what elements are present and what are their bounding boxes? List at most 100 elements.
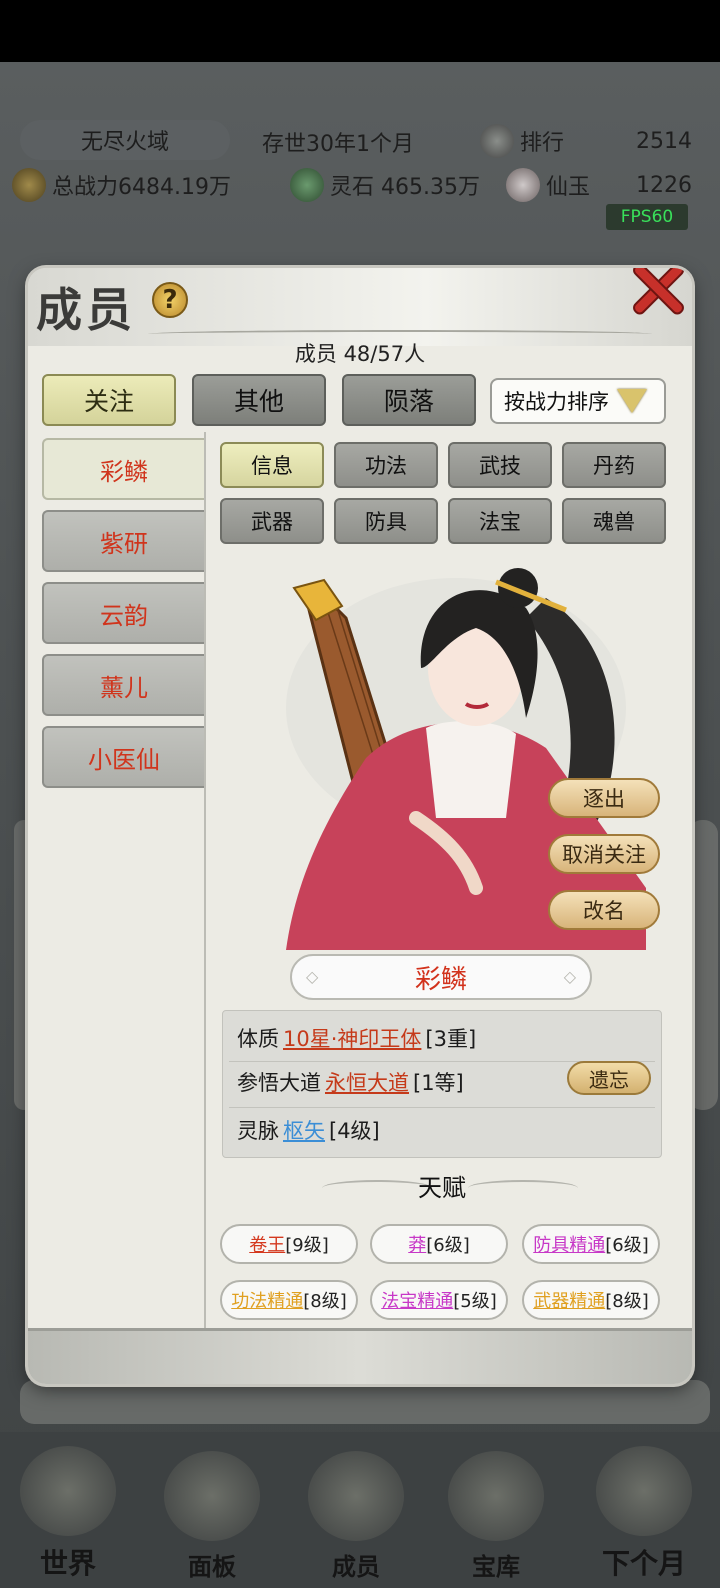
vein-row: 灵脉 枢矢 [4级] bbox=[237, 1115, 380, 1145]
dialog-footer-decoration bbox=[28, 1328, 692, 1384]
treasury-icon bbox=[448, 1451, 544, 1541]
member-item[interactable]: 云韵 bbox=[42, 582, 204, 644]
power-text: 总战力6484.19万 bbox=[52, 175, 231, 200]
attr-divider bbox=[229, 1107, 655, 1108]
vein-value[interactable]: 枢矢 bbox=[283, 1115, 325, 1145]
spirit-stone-display: 灵石 465.35万 bbox=[290, 168, 480, 202]
panel-icon bbox=[164, 1451, 260, 1541]
nav-members[interactable]: 成员 bbox=[296, 1440, 416, 1588]
list-divider bbox=[204, 432, 206, 1332]
talent-name: 卷王 bbox=[249, 1235, 286, 1256]
status-bar bbox=[0, 0, 720, 62]
subtab-weapon[interactable]: 武器 bbox=[220, 498, 324, 544]
dialog-title: 成员 bbox=[36, 283, 136, 337]
rank-value: 2514 bbox=[636, 128, 692, 154]
talent-level: [9级] bbox=[285, 1235, 329, 1256]
age-text: 存世30年1个月 bbox=[262, 132, 414, 157]
world-icon bbox=[20, 1446, 116, 1536]
member-item[interactable]: 紫研 bbox=[42, 510, 204, 572]
members-dialog: 成员 ? 成员 48/57人 关注 其他 陨落 按战力排序 彩鳞 紫研 云韵 薰… bbox=[28, 268, 692, 1384]
nav-next-month-label: 下个月 bbox=[601, 1547, 686, 1580]
power-display: 总战力6484.19万 bbox=[12, 168, 231, 202]
talent-badge[interactable]: 防具精通 [6级] bbox=[522, 1224, 660, 1264]
talent-name: 防具精通 bbox=[533, 1235, 606, 1256]
vein-level: [4级] bbox=[329, 1119, 380, 1143]
background-panel-right bbox=[688, 820, 718, 1110]
nav-treasury[interactable]: 宝库 bbox=[436, 1440, 556, 1588]
nav-world[interactable]: 世界 bbox=[8, 1440, 128, 1588]
member-item[interactable]: 小医仙 bbox=[42, 726, 204, 788]
spirit-stone-icon bbox=[290, 168, 324, 202]
member-count: 成员 48/57人 bbox=[294, 342, 426, 366]
nav-next-month[interactable]: 下个月 bbox=[584, 1440, 704, 1588]
tab-fallen[interactable]: 陨落 bbox=[342, 374, 476, 426]
vein-label: 灵脉 bbox=[237, 1119, 279, 1143]
unfollow-button[interactable]: 取消关注 bbox=[548, 834, 660, 874]
talent-badge[interactable]: 法宝精通 [5级] bbox=[370, 1280, 508, 1320]
talent-badge[interactable]: 莽 [6级] bbox=[370, 1224, 508, 1264]
talent-level: [8级] bbox=[605, 1291, 649, 1312]
sort-dropdown[interactable]: 按战力排序 bbox=[490, 378, 666, 424]
sort-label: 按战力排序 bbox=[504, 390, 609, 414]
physique-row: 体质 10星·神印王体 [3重] bbox=[237, 1023, 476, 1053]
jade-label: 仙玉 bbox=[546, 175, 591, 200]
physique-label: 体质 bbox=[237, 1027, 279, 1051]
subtab-info[interactable]: 信息 bbox=[220, 442, 324, 488]
region-label: 无尽火域 bbox=[20, 120, 230, 160]
expel-button[interactable]: 逐出 bbox=[548, 778, 660, 818]
forget-button[interactable]: 遗忘 bbox=[567, 1061, 651, 1095]
subtab-skills[interactable]: 功法 bbox=[334, 442, 438, 488]
talent-badge[interactable]: 功法精通 [8级] bbox=[220, 1280, 358, 1320]
talent-badge[interactable]: 武器精通 [8级] bbox=[522, 1280, 660, 1320]
subtab-treasure[interactable]: 法宝 bbox=[448, 498, 552, 544]
member-item[interactable]: 薰儿 bbox=[42, 654, 204, 716]
nav-treasury-label: 宝库 bbox=[472, 1552, 520, 1581]
rename-button[interactable]: 改名 bbox=[548, 890, 660, 930]
nav-panel[interactable]: 面板 bbox=[152, 1440, 272, 1588]
talent-name: 武器精通 bbox=[533, 1291, 606, 1312]
trophy-icon bbox=[480, 124, 514, 158]
subtab-armor[interactable]: 防具 bbox=[334, 498, 438, 544]
talent-name: 功法精通 bbox=[231, 1291, 304, 1312]
fps-counter: FPS60 bbox=[606, 204, 688, 230]
dao-value[interactable]: 永恒大道 bbox=[325, 1067, 409, 1097]
tab-follow[interactable]: 关注 bbox=[42, 374, 176, 426]
character-name: 彩鳞 bbox=[290, 954, 592, 1000]
talent-badge[interactable]: 卷王 [9级] bbox=[220, 1224, 358, 1264]
nav-world-label: 世界 bbox=[39, 1547, 96, 1580]
dao-label: 参悟大道 bbox=[237, 1071, 321, 1095]
dropdown-arrow-icon bbox=[617, 389, 647, 413]
nav-panel-label: 面板 bbox=[188, 1552, 236, 1581]
rank-display[interactable]: 排行 2514 bbox=[480, 124, 692, 158]
jade-display: 仙玉 1226 bbox=[506, 168, 692, 202]
members-icon bbox=[308, 1451, 404, 1541]
dao-row: 参悟大道 永恒大道 [1等] bbox=[237, 1067, 464, 1097]
talent-level: [6级] bbox=[605, 1235, 649, 1256]
close-icon[interactable] bbox=[630, 268, 686, 316]
spirit-stone-text: 灵石 465.35万 bbox=[330, 175, 480, 200]
talent-level: [5级] bbox=[453, 1291, 497, 1312]
power-icon bbox=[12, 168, 46, 202]
talent-name: 法宝精通 bbox=[381, 1291, 454, 1312]
talent-level: [6级] bbox=[426, 1235, 470, 1256]
background-panel-bottom bbox=[20, 1380, 710, 1424]
dao-level: [1等] bbox=[413, 1071, 464, 1095]
talent-title: 天赋 bbox=[418, 1174, 466, 1202]
attribute-panel: 体质 10星·神印王体 [3重] 参悟大道 永恒大道 [1等] 遗忘 灵脉 枢矢… bbox=[222, 1010, 662, 1158]
tab-others[interactable]: 其他 bbox=[192, 374, 326, 426]
subtab-martial[interactable]: 武技 bbox=[448, 442, 552, 488]
physique-value[interactable]: 10星·神印王体 bbox=[283, 1023, 421, 1053]
physique-level: [3重] bbox=[425, 1027, 477, 1051]
talent-level: [8级] bbox=[303, 1291, 347, 1312]
help-icon[interactable]: ? bbox=[152, 282, 188, 318]
subtab-beast[interactable]: 魂兽 bbox=[562, 498, 666, 544]
nav-members-label: 成员 bbox=[332, 1552, 380, 1581]
jade-icon bbox=[506, 168, 540, 202]
rank-label: 排行 bbox=[520, 131, 565, 156]
subtab-pills[interactable]: 丹药 bbox=[562, 442, 666, 488]
jade-value: 1226 bbox=[636, 172, 692, 198]
next-month-icon bbox=[596, 1446, 692, 1536]
region-text: 无尽火域 bbox=[80, 130, 169, 155]
age-label: 存世30年1个月 bbox=[262, 126, 414, 158]
member-item[interactable]: 彩鳞 bbox=[42, 438, 204, 500]
